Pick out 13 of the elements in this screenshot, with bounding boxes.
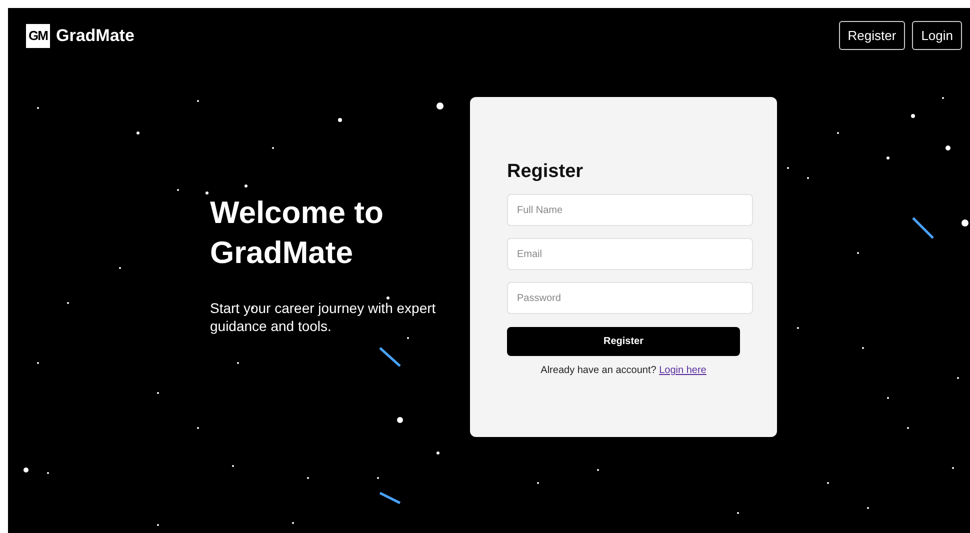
logo-icon: GM (26, 24, 50, 48)
register-button[interactable]: Register (838, 21, 906, 50)
hero-title: Welcome to GradMate (210, 194, 384, 272)
login-button[interactable]: Login (912, 21, 962, 50)
form-title: Register (507, 161, 584, 183)
input-field[interactable]: Full Name (507, 194, 753, 226)
brand-name: GradMate (56, 26, 134, 46)
login-link[interactable]: Login here (659, 365, 706, 376)
hero-subtitle: Start your career journey with expert guidance and tools. (210, 299, 437, 335)
submit-button[interactable]: Register (507, 327, 740, 356)
input-field[interactable]: Email (507, 238, 753, 270)
input-field[interactable]: Password (507, 282, 753, 314)
login-prompt: Already have an account? Login here (540, 365, 708, 376)
